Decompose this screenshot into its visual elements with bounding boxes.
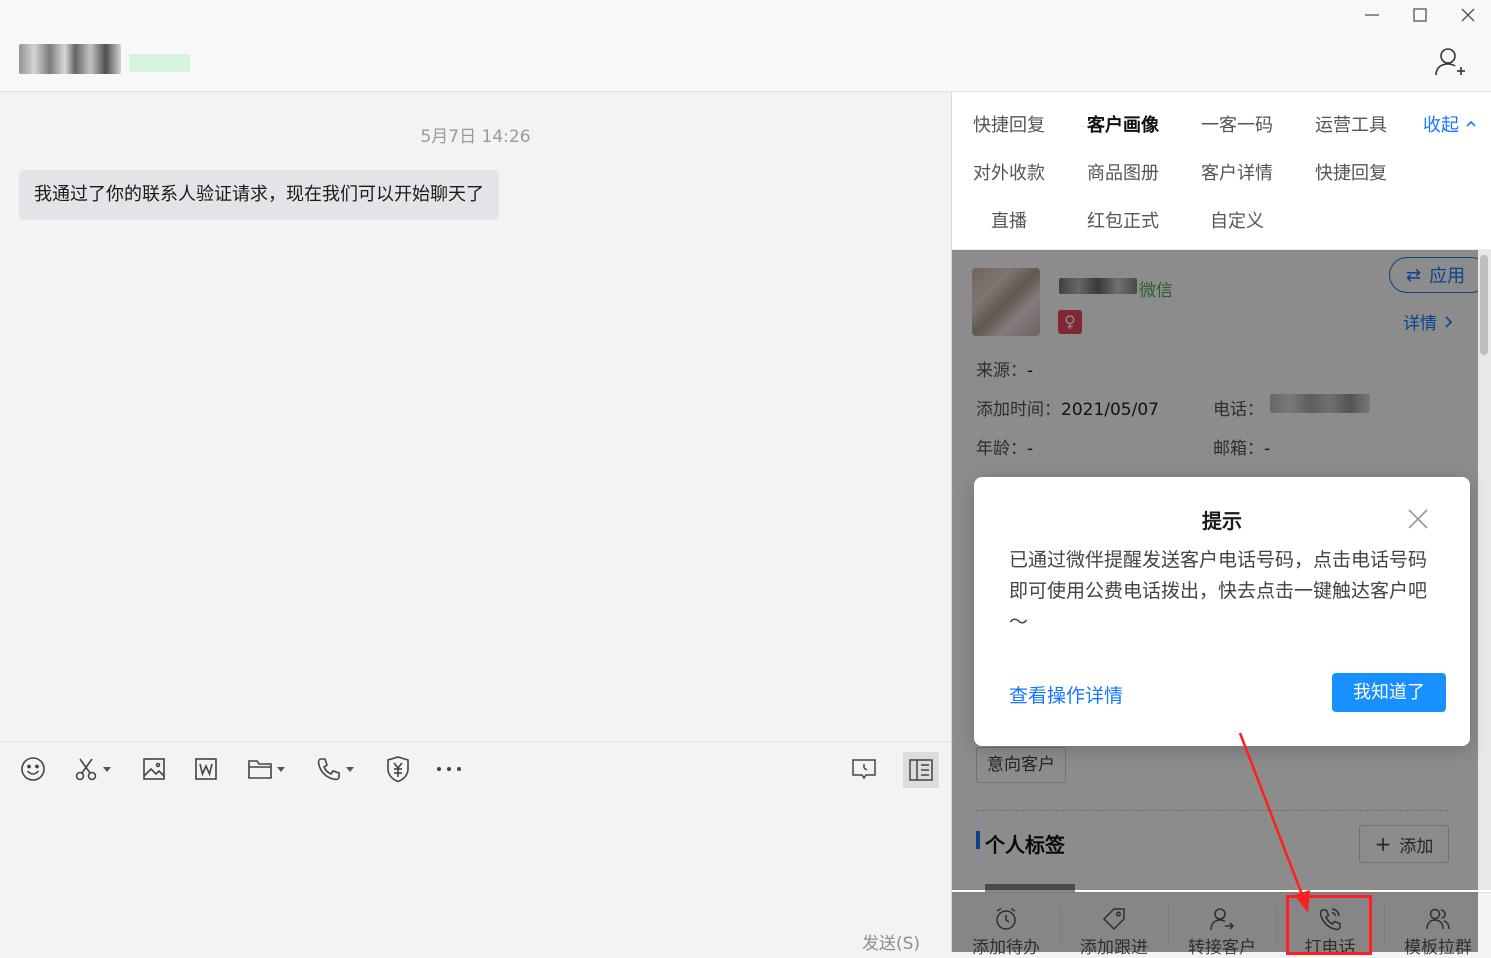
- contact-tag: [129, 54, 190, 72]
- sidebar-toggle-icon[interactable]: [903, 752, 939, 788]
- emoji-icon[interactable]: [20, 754, 46, 784]
- close-button[interactable]: [1451, 0, 1485, 30]
- collapse-label: 收起: [1423, 115, 1459, 136]
- folder-icon: [247, 757, 273, 781]
- add-followup-label: 添加跟进: [1080, 938, 1148, 958]
- scissors-icon: [73, 756, 99, 782]
- transfer-customer-label: 转接客户: [1188, 938, 1256, 958]
- word-doc-icon[interactable]: [194, 754, 218, 784]
- chevron-down-icon: [103, 766, 111, 772]
- confirm-button[interactable]: 我知道了: [1332, 673, 1446, 712]
- minimize-button[interactable]: [1355, 0, 1389, 30]
- tab-customer-profile[interactable]: 客户画像: [1087, 111, 1159, 137]
- chat-header: [0, 0, 1491, 92]
- more-icon[interactable]: [436, 754, 462, 784]
- tip-dialog: 提示 已通过微伴提醒发送客户电话号码，点击电话号码即可使用公费电话拨出，快去点击…: [974, 477, 1470, 746]
- group-icon: [1425, 907, 1451, 931]
- tab-quick-reply[interactable]: 快捷回复: [973, 111, 1045, 137]
- add-todo-button[interactable]: 添加待办: [952, 893, 1060, 958]
- chevron-down-icon: [346, 766, 354, 772]
- annotation-arrow: [1238, 732, 1310, 913]
- tab-red-packet[interactable]: 红包正式: [1087, 207, 1159, 233]
- screenshot-button[interactable]: [73, 754, 111, 784]
- close-icon[interactable]: [1406, 507, 1430, 531]
- template-group-button[interactable]: 模板拉群: [1384, 893, 1491, 958]
- chat-toolbar: [0, 741, 951, 798]
- chevron-up-icon: [1466, 120, 1476, 127]
- tab-product-album[interactable]: 商品图册: [1087, 159, 1159, 185]
- message-timestamp: 5月7日 14:26: [420, 127, 531, 147]
- file-button[interactable]: [247, 754, 285, 784]
- message-input[interactable]: [0, 798, 951, 952]
- customer-action-bar: 添加待办 添加跟进 转接客户 打电话 模板拉群: [952, 892, 1491, 958]
- tab-quick-reply-2[interactable]: 快捷回复: [1315, 159, 1387, 185]
- send-button[interactable]: 发送(S): [862, 929, 920, 954]
- add-todo-label: 添加待办: [972, 938, 1040, 958]
- tab-customer-details[interactable]: 客户详情: [1201, 159, 1273, 185]
- maximize-button[interactable]: [1403, 0, 1437, 30]
- tab-external-payment[interactable]: 对外收款: [973, 159, 1045, 185]
- dialog-message: 已通过微伴提醒发送客户电话号码，点击电话号码即可使用公费电话拨出，快去点击一键触…: [1009, 549, 1428, 633]
- template-group-label: 模板拉群: [1404, 938, 1472, 958]
- view-details-link[interactable]: 查看操作详情: [1009, 681, 1123, 708]
- red-packet-icon[interactable]: [385, 754, 411, 784]
- phone-icon: [316, 756, 342, 782]
- tab-live[interactable]: 直播: [991, 207, 1027, 233]
- scrollbar-thumb[interactable]: [1480, 255, 1488, 355]
- alarm-clock-icon: [993, 907, 1019, 931]
- contact-name: [19, 44, 121, 74]
- annotation-highlight-box: [1286, 895, 1372, 955]
- chevron-down-icon: [277, 766, 285, 772]
- message-bubble[interactable]: 我通过了你的联系人验证请求，现在我们可以开始聊天了: [19, 170, 499, 220]
- chat-history-icon[interactable]: [851, 754, 877, 784]
- tab-one-customer-one-code[interactable]: 一客一码: [1201, 111, 1273, 137]
- dialog-title: 提示: [1202, 509, 1242, 533]
- tab-operation-tools[interactable]: 运营工具: [1315, 111, 1387, 137]
- tag-icon: [1101, 907, 1127, 931]
- add-user-icon[interactable]: [1433, 45, 1467, 79]
- add-followup-button[interactable]: 添加跟进: [1060, 893, 1168, 958]
- image-icon[interactable]: [142, 754, 166, 784]
- tab-custom[interactable]: 自定义: [1210, 207, 1264, 233]
- collapse-button[interactable]: 收起: [1423, 111, 1478, 137]
- call-button[interactable]: [316, 754, 354, 784]
